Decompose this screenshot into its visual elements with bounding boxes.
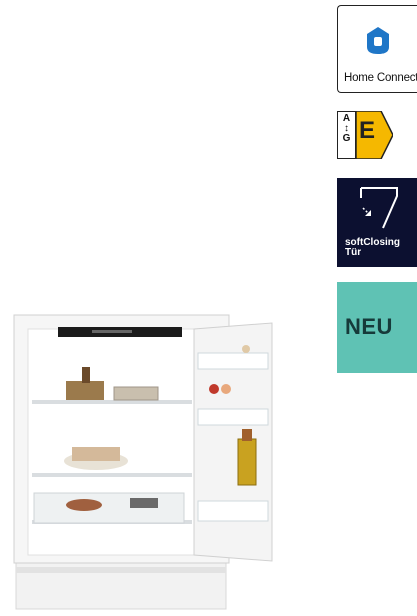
soft-closing-sublabel: Tür — [345, 247, 362, 258]
soft-closing-badge: softClosing Tür — [337, 178, 417, 267]
energy-scale-bottom: G — [342, 133, 351, 144]
fridge-illustration — [13, 314, 273, 610]
new-badge: NEU — [337, 282, 417, 373]
energy-class-letter: E — [359, 117, 376, 144]
energy-scale: A ↕ G — [337, 111, 356, 159]
soft-close-door-icon — [357, 186, 401, 237]
home-connect-label: Home Connect — [344, 72, 417, 84]
product-image[interactable] — [10, 305, 315, 611]
home-connect-icon — [365, 27, 391, 60]
energy-label-badge[interactable]: A ↕ G E — [337, 111, 393, 159]
new-badge-label: NEU — [345, 314, 393, 339]
home-connect-badge: Home Connect — [337, 5, 417, 93]
